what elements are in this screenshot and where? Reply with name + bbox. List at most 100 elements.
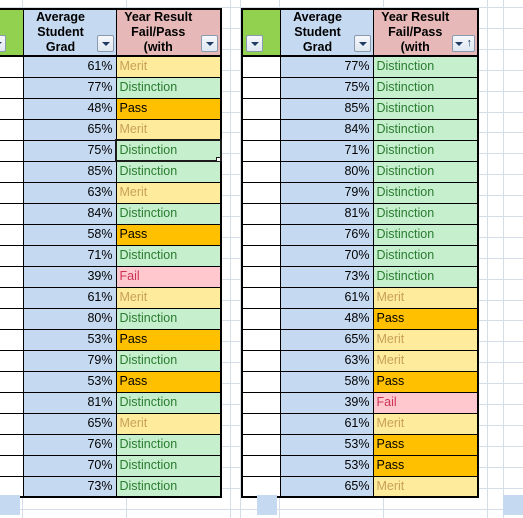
cell-year-result[interactable]: Fail — [115, 265, 222, 288]
table-row[interactable]: 85% Distinction — [241, 97, 479, 120]
cell-average-student-grade[interactable]: 58% — [22, 223, 117, 246]
cell-flag[interactable] — [241, 307, 281, 330]
cell-average-student-grade[interactable]: 80% — [22, 307, 117, 330]
filter-dropdown-button-flag-left[interactable] — [0, 35, 6, 52]
cell-flag[interactable] — [241, 433, 281, 456]
filter-dropdown-button-grade-right[interactable] — [353, 35, 371, 52]
cell-average-student-grade[interactable]: 75% — [279, 76, 374, 99]
cell-flag[interactable] — [0, 433, 24, 456]
cell-average-student-grade[interactable]: 61% — [22, 55, 117, 78]
cell-year-result[interactable]: Distinction — [372, 139, 479, 162]
cell-year-result[interactable]: Distinction — [372, 118, 479, 141]
table-row[interactable]: 79% Distinction — [0, 349, 222, 372]
cell-average-student-grade[interactable]: 53% — [279, 433, 374, 456]
cell-flag[interactable] — [241, 181, 281, 204]
cell-average-student-grade[interactable]: 65% — [279, 328, 374, 351]
cell-year-result[interactable]: Merit — [115, 412, 222, 435]
cell-year-result[interactable]: Merit — [372, 412, 479, 435]
cell-average-student-grade[interactable]: 71% — [22, 244, 117, 267]
cell-average-student-grade[interactable]: 76% — [22, 433, 117, 456]
filter-dropdown-button-grade-left[interactable] — [96, 35, 114, 52]
cell-flag[interactable] — [0, 223, 24, 246]
table-row[interactable]: 75% Distinction — [0, 139, 222, 162]
highlighted-cell-below-far-right[interactable] — [503, 495, 523, 515]
cell-average-student-grade[interactable]: 70% — [22, 454, 117, 477]
table-row[interactable]: 80% Distinction — [0, 307, 222, 330]
cell-flag[interactable] — [0, 265, 24, 288]
column-header-year-result-left[interactable]: Year Result Fail/Pass (with — [115, 8, 222, 57]
cell-year-result[interactable]: Merit — [372, 286, 479, 309]
cell-flag[interactable] — [241, 391, 281, 414]
cell-average-student-grade[interactable]: 85% — [279, 97, 374, 120]
cell-average-student-grade[interactable]: 39% — [22, 265, 117, 288]
cell-year-result[interactable]: Distinction — [372, 244, 479, 267]
cell-average-student-grade[interactable]: 73% — [279, 265, 374, 288]
cell-flag[interactable] — [241, 412, 281, 435]
cell-flag[interactable] — [241, 265, 281, 288]
cell-year-result[interactable]: Pass — [372, 370, 479, 393]
cell-year-result[interactable]: Distinction — [372, 97, 479, 120]
cell-year-result[interactable]: Merit — [372, 475, 479, 498]
cell-year-result[interactable]: Pass — [372, 307, 479, 330]
table-row[interactable]: 70% Distinction — [0, 454, 222, 477]
cell-year-result[interactable]: Fail — [372, 391, 479, 414]
cell-average-student-grade[interactable]: 70% — [279, 244, 374, 267]
cell-year-result[interactable]: Merit — [115, 181, 222, 204]
table-row[interactable]: 48% Pass — [241, 307, 479, 330]
cell-flag[interactable] — [0, 391, 24, 414]
cell-year-result[interactable]: Pass — [115, 328, 222, 351]
cell-flag[interactable] — [241, 55, 281, 78]
cell-average-student-grade[interactable]: 81% — [22, 391, 117, 414]
cell-average-student-grade[interactable]: 63% — [22, 181, 117, 204]
table-row[interactable]: 71% Distinction — [241, 139, 479, 162]
cell-year-result[interactable]: Distinction — [115, 349, 222, 372]
cell-flag[interactable] — [0, 328, 24, 351]
cell-flag[interactable] — [241, 328, 281, 351]
column-header-year-result-right[interactable]: Year Result Fail/Pass (with ↑ — [372, 8, 479, 57]
table-row[interactable]: 65% Merit — [0, 118, 222, 141]
table-row[interactable]: 58% Pass — [241, 370, 479, 393]
table-row[interactable]: 76% Distinction — [241, 223, 479, 246]
table-row[interactable]: 39% Fail — [0, 265, 222, 288]
cell-flag[interactable] — [0, 349, 24, 372]
table-row[interactable]: 63% Merit — [0, 181, 222, 204]
table-row[interactable]: 81% Distinction — [241, 202, 479, 225]
table-row[interactable]: 76% Distinction — [0, 433, 222, 456]
cell-average-student-grade[interactable]: 80% — [279, 160, 374, 183]
cell-year-result[interactable]: Distinction — [115, 454, 222, 477]
cell-average-student-grade[interactable]: 61% — [22, 286, 117, 309]
table-row[interactable]: 65% Merit — [241, 328, 479, 351]
cell-average-student-grade[interactable]: 65% — [22, 118, 117, 141]
cell-average-student-grade[interactable]: 75% — [22, 139, 117, 162]
cell-flag[interactable] — [241, 202, 281, 225]
table-row[interactable]: 84% Distinction — [0, 202, 222, 225]
table-row[interactable]: 53% Pass — [241, 433, 479, 456]
cell-average-student-grade[interactable]: 48% — [279, 307, 374, 330]
cell-average-student-grade[interactable]: 63% — [279, 349, 374, 372]
cell-year-result[interactable]: Distinction — [372, 265, 479, 288]
cell-year-result[interactable]: Distinction — [115, 433, 222, 456]
cell-year-result[interactable]: Distinction — [372, 181, 479, 204]
cell-year-result[interactable]: Merit — [115, 286, 222, 309]
cell-flag[interactable] — [0, 202, 24, 225]
cell-flag[interactable] — [0, 286, 24, 309]
cell-flag[interactable] — [241, 118, 281, 141]
cell-year-result[interactable]: Pass — [115, 97, 222, 120]
cell-year-result[interactable]: Distinction — [115, 307, 222, 330]
table-row[interactable]: 80% Distinction — [241, 160, 479, 183]
cell-average-student-grade[interactable]: 61% — [279, 286, 374, 309]
table-row[interactable]: 84% Distinction — [241, 118, 479, 141]
cell-average-student-grade[interactable]: 79% — [279, 181, 374, 204]
cell-flag[interactable] — [241, 244, 281, 267]
cell-year-result-selected[interactable]: Distinction — [115, 139, 222, 162]
cell-average-student-grade[interactable]: 84% — [279, 118, 374, 141]
table-row[interactable]: 61% Merit — [241, 412, 479, 435]
table-row[interactable]: 39% Fail — [241, 391, 479, 414]
cell-year-result[interactable]: Pass — [372, 454, 479, 477]
cell-year-result[interactable]: Distinction — [372, 55, 479, 78]
cell-average-student-grade[interactable]: 39% — [279, 391, 374, 414]
table-row[interactable]: 61% Merit — [241, 286, 479, 309]
table-row[interactable]: 53% Pass — [0, 328, 222, 351]
sort-ascending-filter-button-result-right[interactable]: ↑ — [452, 35, 475, 52]
cell-average-student-grade[interactable]: 77% — [22, 76, 117, 99]
